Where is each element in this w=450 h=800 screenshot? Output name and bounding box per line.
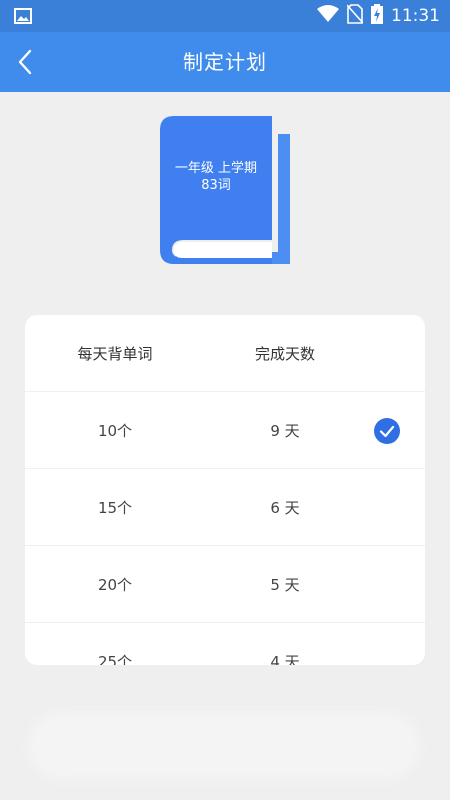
- row-words: 25个: [97, 653, 133, 665]
- header-days-to-finish: 完成天数: [254, 345, 315, 363]
- plan-row-15[interactable]: 15个 6 天: [25, 469, 425, 546]
- row-days: 4 天: [270, 653, 300, 665]
- image-icon: [14, 8, 32, 28]
- table-header: 每天背单词 完成天数: [25, 315, 425, 392]
- book-word-count: 83词: [201, 178, 231, 193]
- wifi-icon: [317, 5, 339, 27]
- row-words: 20个: [97, 576, 133, 594]
- book-cover: 一年级 上学期 83词: [160, 116, 292, 266]
- row-words: 10个: [97, 422, 133, 440]
- header-words-per-day: 每天背单词: [77, 345, 153, 363]
- book-label: 一年级 上学期 83词: [160, 160, 272, 194]
- check-circle-icon: [374, 418, 400, 444]
- plan-row-25[interactable]: 25个 4 天: [25, 623, 425, 665]
- row-words: 15个: [97, 499, 133, 517]
- plan-table: 每天背单词 完成天数 10个 9 天 15个 6 天 20个 5 天 25个 4…: [25, 315, 425, 665]
- plan-row-10[interactable]: 10个 9 天: [25, 392, 425, 469]
- row-days: 9 天: [270, 422, 300, 440]
- no-sim-icon: [346, 4, 364, 28]
- confirm-button[interactable]: [28, 712, 420, 780]
- row-days: 6 天: [270, 499, 300, 517]
- app-header: 制定计划: [0, 32, 450, 92]
- row-days: 5 天: [270, 576, 300, 594]
- page-title: 制定计划: [183, 50, 267, 74]
- status-bar: 11:31: [0, 0, 450, 32]
- book-title: 一年级 上学期: [174, 161, 258, 176]
- battery-charging-icon: [371, 4, 383, 28]
- status-time: 11:31: [391, 6, 440, 26]
- plan-row-20[interactable]: 20个 5 天: [25, 546, 425, 623]
